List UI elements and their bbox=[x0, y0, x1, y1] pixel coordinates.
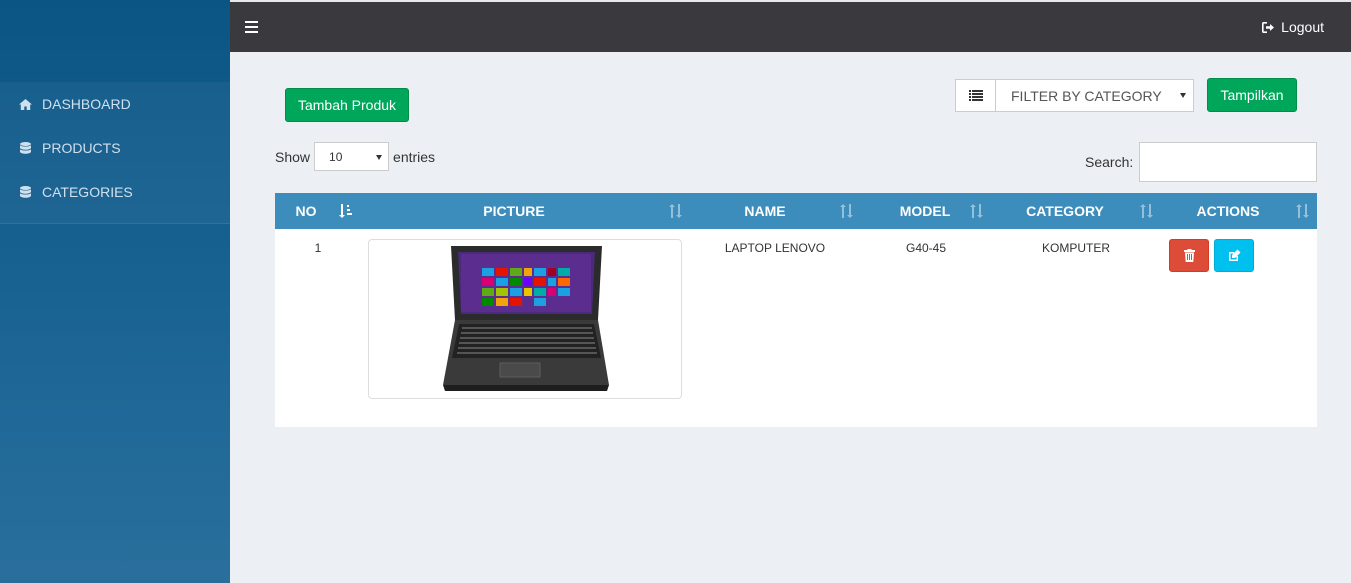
column-header-model[interactable]: MODEL bbox=[865, 193, 985, 229]
sort-icon bbox=[970, 204, 983, 218]
entries-value: 10 bbox=[329, 149, 343, 164]
column-header-label: NAME bbox=[744, 203, 786, 219]
search-label: Search: bbox=[1085, 154, 1134, 170]
column-header-actions[interactable]: ACTIONS bbox=[1165, 193, 1291, 229]
sidebar-item-label: PRODUCTS bbox=[42, 140, 121, 156]
sidebar-item-categories[interactable]: CATEGORIES bbox=[0, 170, 230, 214]
show-button[interactable]: Tampilkan bbox=[1207, 78, 1297, 112]
laptop-image bbox=[443, 246, 609, 391]
sidebar: DASHBOARD PRODUCTS CATEGORIES bbox=[0, 0, 230, 583]
chevron-down-icon bbox=[1180, 93, 1186, 98]
products-table: NO PICTURE NAME MODEL CATEGORY ACTIONS 1… bbox=[275, 193, 1317, 427]
list-icon bbox=[956, 80, 996, 111]
column-header-label: PICTURE bbox=[483, 203, 545, 219]
sort-icon bbox=[669, 204, 682, 218]
column-header-label: MODEL bbox=[899, 203, 951, 219]
entries-select[interactable]: 10 bbox=[314, 142, 390, 171]
search-input[interactable] bbox=[1139, 142, 1318, 182]
hamburger-menu-icon[interactable] bbox=[245, 21, 258, 33]
sign-out-icon bbox=[1262, 21, 1275, 33]
sidebar-menu: DASHBOARD PRODUCTS CATEGORIES bbox=[0, 82, 230, 224]
cell-model: G40-45 bbox=[905, 241, 947, 255]
home-icon bbox=[18, 97, 32, 111]
sort-icon bbox=[1140, 204, 1153, 218]
table-search: Search: bbox=[1085, 142, 1318, 182]
edit-icon bbox=[1228, 249, 1240, 261]
table-header: NO PICTURE NAME MODEL CATEGORY ACTIONS bbox=[275, 193, 1317, 229]
column-header-picture[interactable]: PICTURE bbox=[368, 193, 660, 229]
database-icon bbox=[18, 141, 32, 155]
show-label: Show bbox=[275, 148, 311, 165]
chevron-down-icon bbox=[376, 155, 383, 160]
entries-label: entries bbox=[393, 148, 436, 165]
topbar: Logout bbox=[230, 2, 1351, 52]
product-picture bbox=[368, 239, 682, 399]
column-header-no[interactable]: NO bbox=[275, 193, 337, 229]
category-filter: FILTER BY CATEGORY bbox=[955, 79, 1194, 112]
delete-button[interactable] bbox=[1169, 239, 1209, 272]
sidebar-item-dashboard[interactable]: DASHBOARD bbox=[0, 82, 230, 126]
sidebar-item-label: CATEGORIES bbox=[42, 184, 133, 200]
database-icon bbox=[18, 185, 32, 199]
sort-icon bbox=[840, 204, 853, 218]
edit-button[interactable] bbox=[1214, 239, 1254, 272]
category-filter-select[interactable]: FILTER BY CATEGORY bbox=[996, 80, 1193, 111]
column-header-label: ACTIONS bbox=[1196, 203, 1260, 219]
column-header-name[interactable]: NAME bbox=[695, 193, 835, 229]
category-filter-value: FILTER BY CATEGORY bbox=[1011, 87, 1162, 104]
logout-button[interactable]: Logout bbox=[1262, 19, 1324, 35]
sidebar-item-label: DASHBOARD bbox=[42, 96, 131, 112]
sort-icon bbox=[1296, 204, 1309, 218]
sidebar-item-products[interactable]: PRODUCTS bbox=[0, 126, 230, 170]
trash-icon bbox=[1183, 249, 1195, 262]
cell-category: KOMPUTER bbox=[1041, 241, 1110, 255]
column-header-category[interactable]: CATEGORY bbox=[995, 193, 1135, 229]
cell-no: 1 bbox=[314, 241, 322, 255]
entries-length-control: Show 10 entries bbox=[275, 142, 435, 171]
column-header-label: NO bbox=[295, 203, 317, 219]
logout-label: Logout bbox=[1281, 19, 1324, 35]
cell-name: LAPTOP LENOVO bbox=[724, 241, 826, 255]
column-header-label: CATEGORY bbox=[1026, 203, 1104, 219]
add-product-button[interactable]: Tambah Produk bbox=[285, 88, 409, 122]
sort-ascending-icon bbox=[339, 204, 352, 218]
